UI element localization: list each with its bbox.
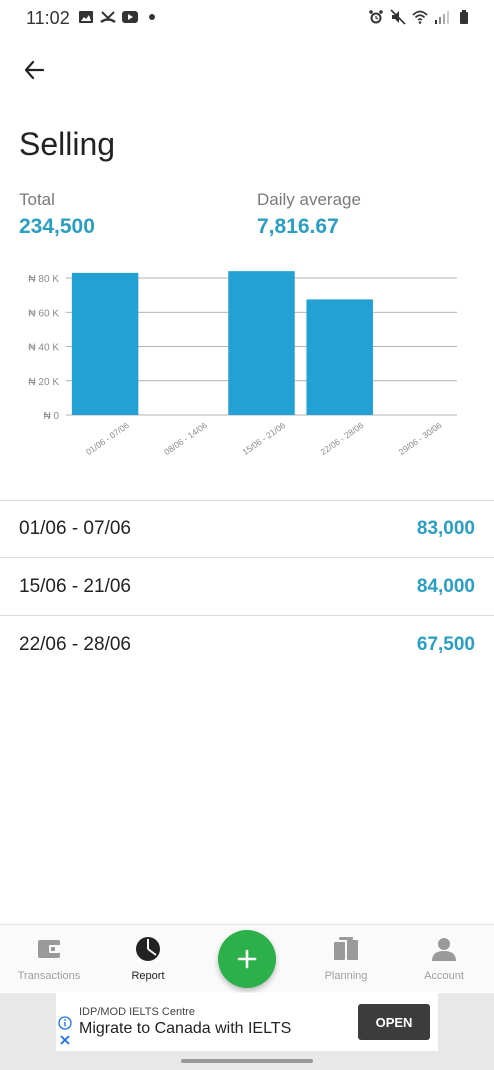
chart-ytick-label: ₦ 80 K xyxy=(28,274,59,285)
close-icon[interactable] xyxy=(59,1034,71,1046)
nav-label: Report xyxy=(131,970,165,982)
missed-call-icon xyxy=(100,11,116,24)
dot-icon xyxy=(149,14,155,20)
add-transaction-button[interactable] xyxy=(218,930,276,988)
chart-ytick-label: ₦ 60 K xyxy=(28,308,59,319)
status-time: 11:02 xyxy=(26,8,70,28)
nav-account-icon-wrap xyxy=(430,935,458,963)
nav-report-icon-wrap xyxy=(134,935,162,963)
chart-bar xyxy=(71,272,139,415)
list-item[interactable]: 01/06 - 07/06 83,000 xyxy=(0,500,494,557)
ad-headline: Migrate to Canada with IELTS xyxy=(79,1020,292,1037)
chart-ytick-label: ₦ 40 K xyxy=(28,343,59,354)
chart-ytick-label: ₦ 20 K xyxy=(28,377,59,388)
chart-bar xyxy=(306,299,373,415)
row-amount: 84,000 xyxy=(416,575,475,597)
gallery-icon xyxy=(79,11,93,23)
nav-label: Account xyxy=(424,970,464,982)
nav-planning-icon-wrap xyxy=(332,935,360,963)
row-date-range: 15/06 - 21/06 xyxy=(19,575,131,597)
daily-average-value: 7,816.67 xyxy=(257,215,339,238)
wallet-icon xyxy=(38,940,60,958)
ad-banner[interactable]: IDP/MOD IELTS Centre Migrate to Canada w… xyxy=(56,993,438,1051)
row-amount: 83,000 xyxy=(416,517,475,539)
nav-account[interactable]: Account xyxy=(395,925,493,993)
total-value: 234,500 xyxy=(19,215,95,238)
list-item[interactable]: 22/06 - 28/06 67,500 xyxy=(0,616,494,673)
selling-bar-chart: ₦ 0 ₦ 20 K ₦ 40 K ₦ 60 K ₦ 80 K 01/06 - 07/06… xyxy=(28,271,457,457)
chart-xtick-label: 08/06 - 14/06 xyxy=(162,420,209,457)
row-amount: 67,500 xyxy=(416,633,475,655)
daily-average-stat: Daily average 7,816.67 xyxy=(257,190,361,239)
nav-report[interactable]: Report xyxy=(99,925,197,993)
plus-icon xyxy=(237,949,257,969)
info-icon[interactable] xyxy=(58,1016,72,1030)
alarm-icon xyxy=(369,10,383,24)
ad-open-button[interactable]: OPEN xyxy=(358,1004,430,1040)
chart-xtick-label: 15/06 - 21/06 xyxy=(240,420,287,457)
signal-icon xyxy=(435,11,449,24)
chart-bar xyxy=(228,271,295,415)
nav-label: Planning xyxy=(324,970,368,982)
daily-average-label: Daily average xyxy=(257,190,361,209)
ad-advertiser: IDP/MOD IELTS Centre xyxy=(79,1006,195,1018)
pie-chart-icon xyxy=(136,937,160,961)
account-icon xyxy=(432,938,456,961)
row-date-range: 01/06 - 07/06 xyxy=(19,517,131,539)
nav-transactions-icon-wrap xyxy=(35,935,63,963)
home-indicator[interactable] xyxy=(181,1059,313,1063)
row-date-range: 22/06 - 28/06 xyxy=(19,633,131,655)
status-notification-icons xyxy=(78,9,160,25)
chart-xtick-label: 29/06 - 30/06 xyxy=(397,420,444,457)
chart-xtick-label: 22/06 - 28/06 xyxy=(319,420,366,457)
status-system-icons xyxy=(368,9,472,25)
wifi-icon xyxy=(412,10,428,24)
chart-xtick-label: 01/06 - 07/06 xyxy=(84,420,131,457)
arrow-left-icon xyxy=(24,60,45,80)
planning-icon xyxy=(334,937,358,960)
total-label: Total xyxy=(19,190,55,209)
youtube-icon xyxy=(122,11,138,23)
page-title: Selling xyxy=(19,126,116,162)
nav-planning[interactable]: Planning xyxy=(297,925,395,993)
list-item[interactable]: 15/06 - 21/06 84,000 xyxy=(0,558,494,615)
mute-icon xyxy=(390,9,406,25)
status-bar: 11:02 xyxy=(0,0,494,36)
back-button[interactable] xyxy=(18,54,50,86)
ad-banner-area: IDP/MOD IELTS Centre Migrate to Canada w… xyxy=(0,993,494,1070)
nav-transactions[interactable]: Transactions xyxy=(0,925,98,993)
battery-icon xyxy=(460,10,468,24)
nav-label: Transactions xyxy=(17,970,81,982)
chart-ytick-label: ₦ 0 xyxy=(43,411,59,422)
total-stat: Total 234,500 xyxy=(19,190,95,239)
